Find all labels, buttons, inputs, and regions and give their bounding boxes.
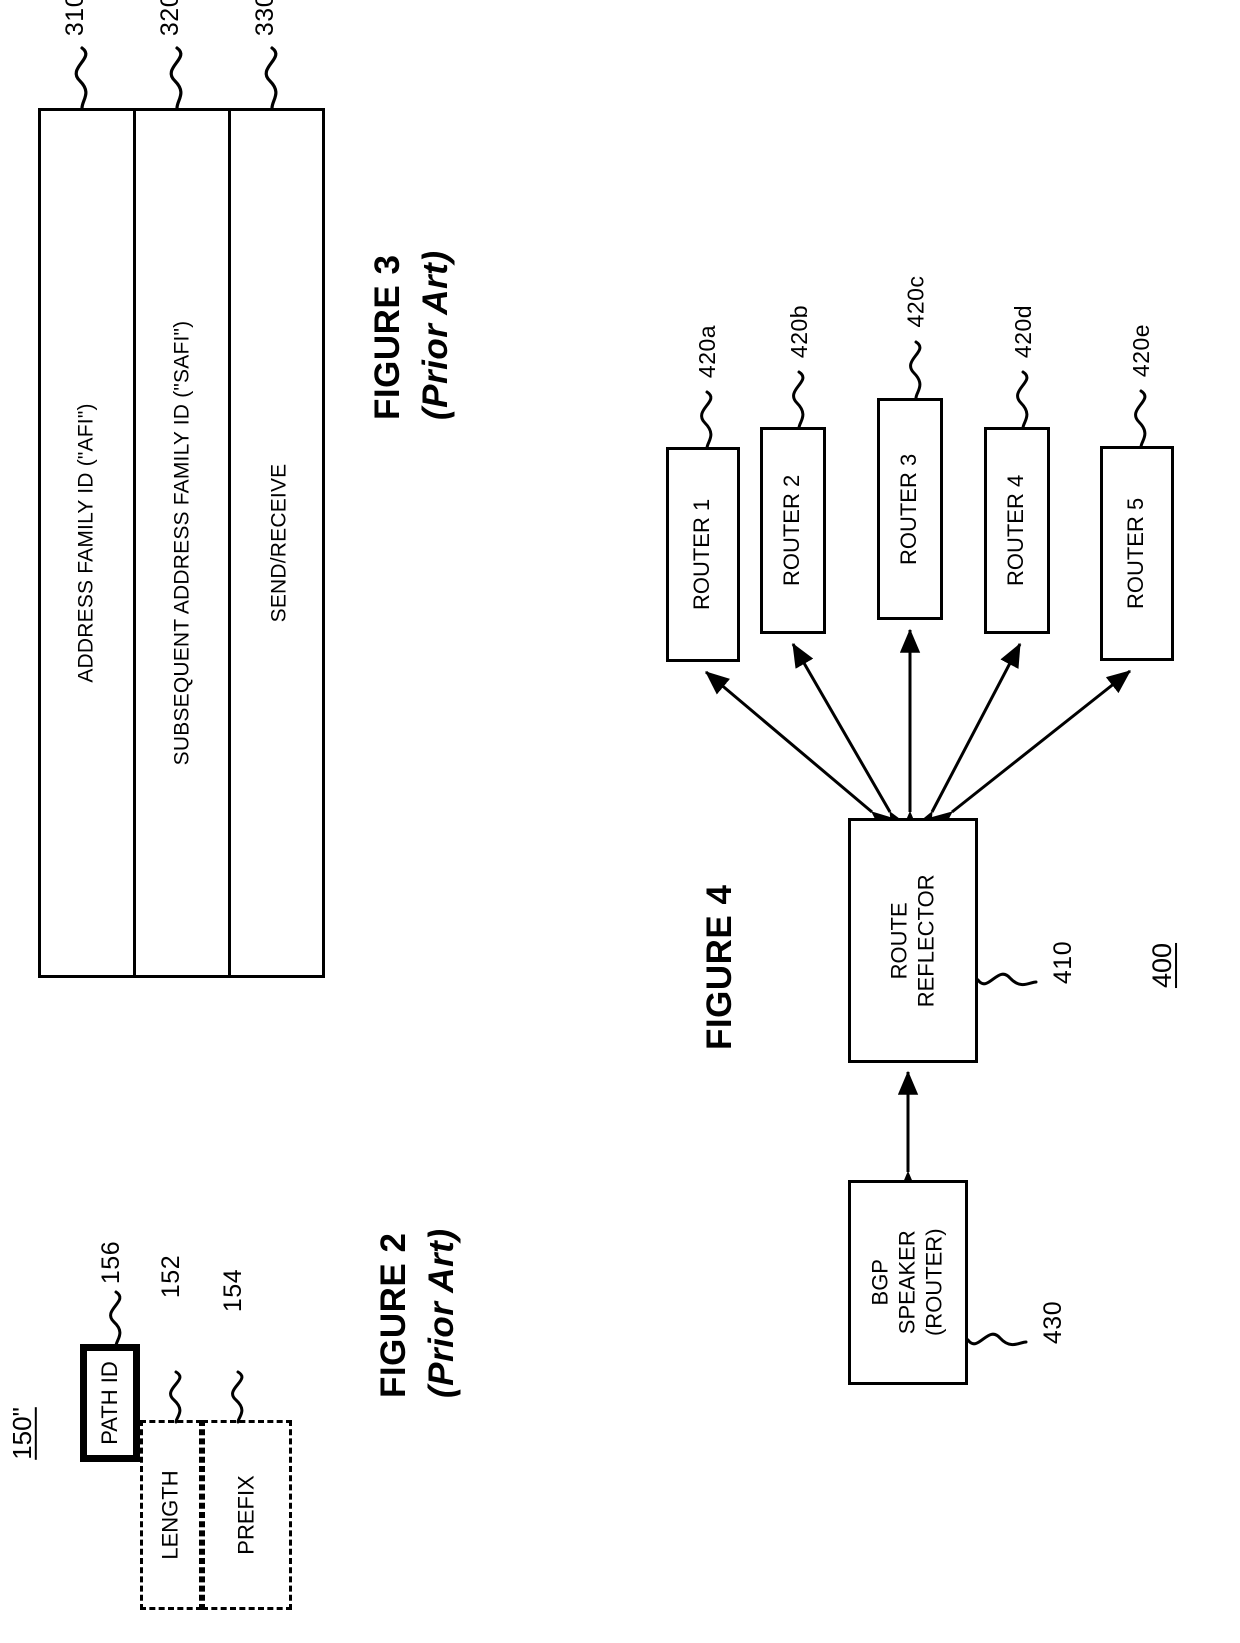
fig3-capability-table: ADDRESS FAMILY ID ("AFI") SUBSEQUENT ADD… [38,108,325,978]
fig2-assembly-ref: 150" [6,1407,37,1460]
fig2-caption-line2: (Prior Art) [422,1228,461,1398]
fig4-refnum-420b: 420b [786,304,813,359]
fig3-column-safi-label: SUBSEQUENT ADDRESS FAMILY ID ("SAFI") [170,320,193,766]
fig3-leader-330 [250,46,290,110]
fig4-route-reflector: ROUTE REFLECTOR [848,818,978,1063]
fig2-field-prefix-label: PREFIX [234,1475,259,1555]
fig4-refnum-430: 430 [1039,1300,1068,1345]
fig4-refnum-420d: 420d [1010,304,1037,359]
fig3-leader-310 [60,46,100,110]
fig4-bgp-speaker-line1: BGP [867,1259,893,1306]
fig4-bgp-speaker-line2: SPEAKER [894,1230,920,1335]
fig3-column-send-receive: SEND/RECEIVE [231,111,328,975]
fig3-column-safi: SUBSEQUENT ADDRESS FAMILY ID ("SAFI") [136,111,231,975]
fig4-router-3-label: ROUTER 3 [896,453,922,565]
fig4-bgp-speaker-line3: (ROUTER) [921,1228,947,1337]
fig4-leader-420a [687,390,725,450]
fig3-refnum-320: 320 [156,0,185,37]
fig4-bgp-speaker: BGP SPEAKER (ROUTER) [848,1180,968,1385]
fig2-field-length-label: LENGTH [158,1470,183,1560]
fig4-refnum-410: 410 [1049,940,1078,985]
fig4-router-4-label: ROUTER 4 [1003,474,1029,587]
fig3-refnum-330: 330 [251,0,280,37]
fig4-refnum-420c: 420c [902,275,929,328]
fig2-field-prefix: PREFIX [202,1420,292,1610]
fig4-router-2: ROUTER 2 [760,427,826,634]
fig4-leader-420c [896,340,934,400]
fig3-leader-320 [155,46,195,110]
fig2-leader-154 [218,1370,256,1424]
fig4-route-reflector-label: ROUTE REFLECTOR [886,874,940,1007]
fig4-router-5: ROUTER 5 [1100,446,1174,661]
fig3-caption-line1: FIGURE 3 [368,254,407,420]
fig4-router-1-label: ROUTER 1 [689,498,715,611]
fig4-router-5-label: ROUTER 5 [1123,497,1149,610]
fig4-router-3: ROUTER 3 [877,398,943,620]
fig2-field-length: LENGTH [140,1420,202,1610]
fig4-router-4: ROUTER 4 [984,427,1050,634]
fig3-column-afi-label: ADDRESS FAMILY ID ("AFI") [75,403,98,683]
fig2-refnum-152: 152 [157,1254,186,1299]
fig4-leader-410 [976,960,1038,1000]
fig2-field-path-id: PATH ID [80,1344,140,1462]
fig3-column-afi: ADDRESS FAMILY ID ("AFI") [41,111,136,975]
fig4-leader-420b [779,370,817,430]
fig4-refnum-420e: 420e [1128,323,1155,378]
fig4-leader-420d [1003,370,1041,430]
fig2-leader-152 [156,1370,194,1424]
fig2-field-path-id-label: PATH ID [97,1361,122,1445]
fig2-caption-line1: FIGURE 2 [374,1232,413,1398]
fig4-leader-430 [966,1320,1028,1360]
fig3-refnum-310: 310 [61,0,90,37]
fig4-caption-line1: FIGURE 4 [700,884,739,1050]
fig4-system-ref: 400 [1147,942,1178,989]
fig4-bgp-speaker-label: BGP SPEAKER (ROUTER) [868,1229,948,1337]
fig4-leader-420e [1121,389,1159,449]
fig4-route-reflector-line1: ROUTE [886,902,912,979]
fig3-column-send-receive-label: SEND/RECEIVE [267,463,291,623]
fig2-leader-156 [96,1290,134,1348]
fig4-refnum-420a: 420a [694,324,721,379]
fig2-refnum-156: 156 [97,1240,126,1285]
fig4-router-1: ROUTER 1 [666,447,740,662]
patent-drawing-sheet: ADDRESS FAMILY ID ("AFI") SUBSEQUENT ADD… [0,0,1240,1643]
fig4-route-reflector-line2: REFLECTOR [913,874,938,1007]
fig2-refnum-154: 154 [219,1268,248,1313]
fig3-caption-line2: (Prior Art) [416,250,455,420]
fig4-router-2-label: ROUTER 2 [779,474,805,587]
